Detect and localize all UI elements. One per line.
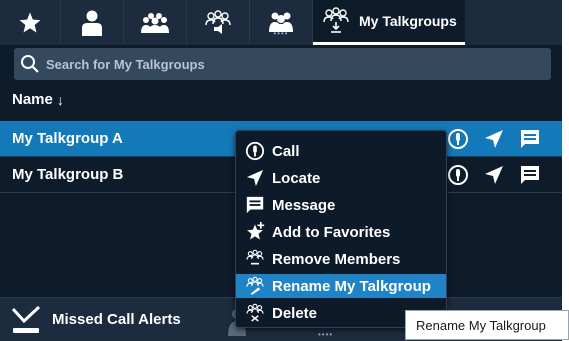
menu-item-call[interactable]: Call bbox=[236, 139, 446, 163]
app-window: •••• My Talkgroups Name ↓ bbox=[0, 0, 562, 341]
row-actions bbox=[440, 121, 548, 157]
locate-icon bbox=[485, 130, 503, 148]
person-icon bbox=[82, 10, 102, 36]
remove-members-icon bbox=[244, 249, 266, 269]
row-locate-button[interactable] bbox=[476, 157, 512, 193]
tab-groups[interactable] bbox=[124, 0, 187, 45]
call-icon bbox=[448, 129, 468, 149]
bottom-dots: •••• bbox=[318, 330, 334, 339]
tab-dots: •••• bbox=[273, 29, 289, 38]
message-icon bbox=[521, 130, 539, 148]
rename-talkgroup-icon bbox=[244, 276, 266, 296]
call-icon bbox=[244, 141, 266, 161]
tooltip-text: Rename My Talkgroup bbox=[416, 317, 546, 333]
tab-favorites[interactable] bbox=[0, 0, 61, 45]
call-icon bbox=[448, 165, 468, 185]
missed-call-alerts-tab[interactable]: Missed Call Alerts bbox=[10, 298, 181, 341]
tab-my-talkgroups[interactable]: My Talkgroups bbox=[313, 0, 465, 45]
locate-icon bbox=[485, 166, 503, 184]
missed-call-alerts-label: Missed Call Alerts bbox=[52, 311, 181, 328]
row-locate-button[interactable] bbox=[476, 121, 512, 157]
menu-item-message[interactable]: Message bbox=[236, 193, 446, 217]
name-column-header[interactable]: Name ↓ bbox=[12, 91, 64, 108]
row-message-button[interactable] bbox=[512, 157, 548, 193]
context-menu: Call Locate Message Add to Favorites Rem… bbox=[235, 130, 447, 328]
menu-item-remove-members[interactable]: Remove Members bbox=[236, 247, 446, 271]
message-icon bbox=[244, 195, 266, 215]
tab-contacts[interactable] bbox=[61, 0, 124, 45]
talkgroup-name: My Talkgroup B bbox=[12, 166, 124, 183]
talkgroup-speaker-icon bbox=[205, 9, 231, 34]
delete-talkgroup-icon bbox=[244, 303, 266, 323]
my-talkgroups-icon bbox=[323, 7, 349, 33]
search-box[interactable] bbox=[14, 48, 551, 80]
star-icon bbox=[19, 12, 41, 32]
message-icon bbox=[521, 166, 539, 184]
tab-talkgroups[interactable] bbox=[187, 0, 250, 45]
menu-item-rename-my-talkgroup[interactable]: Rename My Talkgroup bbox=[236, 274, 446, 298]
locate-icon bbox=[244, 168, 266, 188]
group-icon bbox=[141, 12, 169, 33]
menu-item-add-to-favorites[interactable]: Add to Favorites bbox=[236, 220, 446, 244]
menu-item-label: Add to Favorites bbox=[272, 223, 391, 241]
tab-dispatch[interactable]: •••• bbox=[250, 0, 313, 45]
tab-bar: •••• My Talkgroups bbox=[0, 0, 562, 45]
sort-descending-icon: ↓ bbox=[56, 91, 64, 108]
menu-item-label: Delete bbox=[272, 304, 318, 322]
menu-item-label: Rename My Talkgroup bbox=[272, 277, 431, 295]
menu-item-label: Remove Members bbox=[272, 250, 401, 268]
row-actions bbox=[440, 157, 548, 193]
tab-my-talkgroups-label: My Talkgroups bbox=[359, 13, 457, 29]
tooltip: Rename My Talkgroup bbox=[405, 310, 569, 340]
row-message-button[interactable] bbox=[512, 121, 548, 157]
search-input[interactable] bbox=[46, 56, 526, 72]
add-favorite-icon bbox=[244, 222, 266, 242]
talkgroup-name: My Talkgroup A bbox=[12, 130, 123, 147]
column-header-label: Name bbox=[12, 91, 53, 108]
menu-item-label: Locate bbox=[272, 169, 321, 187]
menu-item-locate[interactable]: Locate bbox=[236, 166, 446, 190]
menu-item-label: Call bbox=[272, 142, 300, 160]
search-icon bbox=[21, 55, 39, 73]
missed-call-icon bbox=[11, 305, 41, 333]
menu-item-label: Message bbox=[272, 196, 336, 214]
